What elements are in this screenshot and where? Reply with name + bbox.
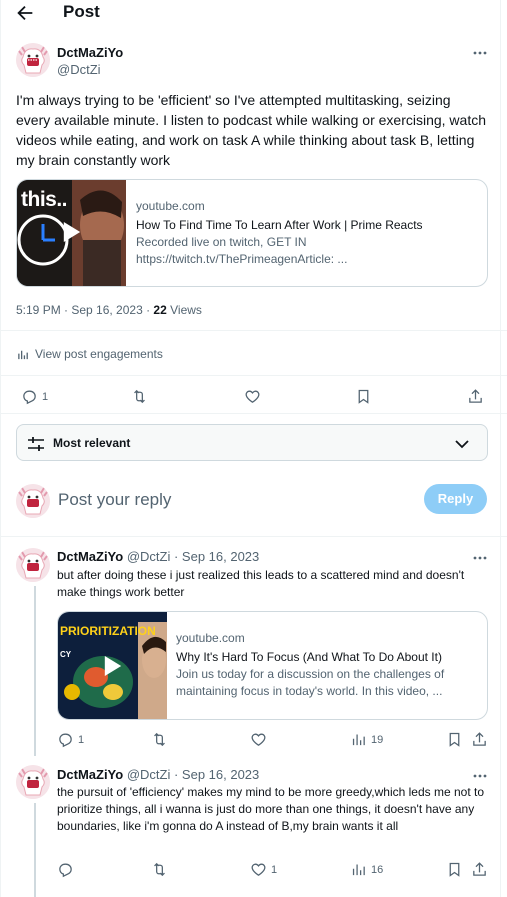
avatar[interactable] [16, 43, 50, 77]
analytics-icon [352, 864, 365, 876]
repost-icon [154, 862, 165, 877]
card-description: Recorded live on twitch, GET IN https://… [136, 235, 348, 266]
reply-action[interactable]: 1 [21, 388, 48, 405]
reply-action[interactable] [57, 861, 78, 878]
thread-line [34, 586, 36, 756]
more-icon[interactable] [471, 549, 489, 567]
author-handle[interactable]: @DctZi · Sep 16, 2023 [127, 549, 259, 564]
card-title[interactable]: Why It's Hard To Focus (And What To Do A… [176, 650, 476, 664]
thumbnail-text: PRIORITIZATION [60, 624, 156, 638]
repost-icon [154, 732, 165, 747]
share-icon [473, 732, 486, 746]
share-action[interactable] [471, 861, 488, 878]
reply-count: 1 [78, 733, 85, 746]
repost-action[interactable] [151, 731, 168, 748]
repost-action[interactable] [131, 388, 148, 405]
post-text: I'm always trying to be 'efficient' so I… [16, 92, 487, 168]
share-action[interactable] [467, 388, 484, 405]
reply-header: DctMaZiYo @DctZi · Sep 16, 2023 [57, 549, 259, 564]
divider [0, 330, 507, 331]
thumbnail-text: this.. [21, 188, 68, 211]
reply-icon [59, 733, 72, 748]
divider [0, 375, 507, 376]
reply-input[interactable]: Post your reply [58, 490, 171, 510]
chevron-down-icon [454, 436, 470, 452]
reply-action[interactable]: 1 [57, 731, 84, 748]
post-time[interactable]: 5:19 PM · Sep 16, 2023 · [16, 303, 153, 317]
views-label: Views [166, 303, 202, 317]
like-action[interactable]: 1 [250, 861, 277, 878]
share-icon [469, 389, 482, 403]
sort-label: Most relevant [53, 436, 131, 450]
video-thumbnail: this.. [17, 180, 126, 286]
author-name[interactable]: DctMaZiYo [57, 767, 123, 782]
bookmark-action[interactable] [446, 731, 463, 748]
link-card[interactable]: this.. youtube.com How To Find Time To L… [16, 179, 488, 287]
bookmark-icon [449, 732, 460, 747]
back-arrow-icon[interactable] [14, 2, 36, 24]
heart-icon [251, 863, 266, 876]
bookmark-action[interactable] [446, 861, 463, 878]
reply-count: 1 [42, 390, 49, 403]
bookmark-icon [449, 862, 460, 877]
sort-dropdown[interactable]: Most relevant [16, 424, 488, 461]
repost-icon [134, 389, 145, 404]
thumbnail-subtext: CY [60, 650, 72, 659]
composer-avatar[interactable] [16, 484, 50, 518]
thread-line [34, 803, 36, 897]
author-handle[interactable]: @DctZi [57, 62, 101, 77]
engagements-label: View post engagements [35, 347, 163, 361]
card-domain: youtube.com [136, 199, 205, 213]
divider [0, 536, 507, 537]
views-count: 19 [371, 733, 384, 746]
like-action[interactable] [250, 731, 271, 748]
bookmark-icon [358, 389, 369, 404]
like-count: 1 [271, 863, 278, 876]
view-engagements-link[interactable]: View post engagements [17, 347, 163, 361]
post-timestamp: 5:19 PM · Sep 16, 2023 · 22 Views [16, 303, 202, 317]
card-info: youtube.com How To Find Time To Learn Af… [136, 199, 476, 268]
avatar[interactable] [16, 548, 50, 582]
like-action[interactable] [244, 388, 261, 405]
card-description: Join us today for a discussion on the ch… [176, 667, 445, 698]
analytics-icon [352, 734, 365, 746]
bookmark-action[interactable] [355, 388, 372, 405]
page-title: Post [63, 2, 100, 21]
play-icon[interactable] [103, 654, 123, 678]
card-title[interactable]: How To Find Time To Learn After Work | P… [136, 218, 476, 232]
reply-icon [59, 863, 72, 878]
share-icon [473, 862, 486, 876]
views-action[interactable]: 19 [350, 731, 383, 748]
more-icon[interactable] [471, 44, 489, 62]
author-name[interactable]: DctMaZiYo [57, 45, 123, 60]
author-name[interactable]: DctMaZiYo [57, 549, 123, 564]
reply-button[interactable]: Reply [424, 484, 487, 514]
avatar[interactable] [16, 765, 50, 799]
divider [0, 413, 507, 414]
reply-text: but after doing these i just realized th… [57, 568, 465, 599]
views-count: 16 [371, 863, 384, 876]
author-handle[interactable]: @DctZi · Sep 16, 2023 [127, 767, 259, 782]
views-action[interactable]: 16 [350, 861, 383, 878]
sliders-icon [27, 435, 45, 453]
reply-icon [23, 390, 36, 405]
video-thumbnail: PRIORITIZATION CY [58, 612, 167, 719]
heart-icon [251, 733, 266, 746]
more-icon[interactable] [471, 767, 489, 785]
card-domain: youtube.com [176, 631, 245, 645]
right-border [500, 0, 501, 897]
reply-text: the pursuit of 'efficiency' makes my min… [57, 785, 485, 833]
card-info: youtube.com Why It's Hard To Focus (And … [176, 631, 476, 700]
left-border [0, 0, 1, 897]
link-card[interactable]: PRIORITIZATION CY youtube.com Why It's H… [57, 611, 488, 720]
heart-icon [245, 390, 260, 403]
analytics-icon [18, 350, 28, 359]
share-action[interactable] [471, 731, 488, 748]
repost-action[interactable] [151, 861, 168, 878]
reply-header: DctMaZiYo @DctZi · Sep 16, 2023 [57, 767, 259, 782]
views-count: 22 [153, 303, 167, 317]
play-icon[interactable] [62, 220, 82, 244]
